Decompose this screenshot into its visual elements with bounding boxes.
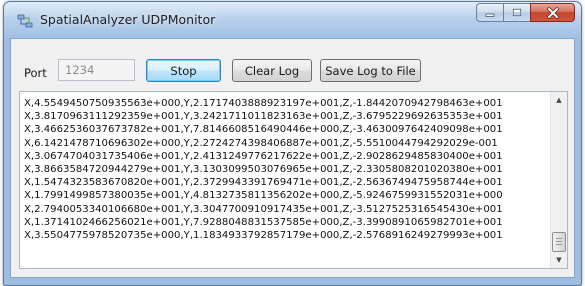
log-line: X,4.5549450750935563e+000,Y,2.1717403888…: [24, 98, 503, 109]
scrollbar-thumb[interactable]: [552, 232, 566, 252]
title-bar[interactable]: SpatialAnalyzer UDPMonitor: [4, 2, 581, 38]
maximize-icon: [512, 7, 522, 17]
port-input[interactable]: [58, 59, 135, 81]
save-log-button[interactable]: Save Log to File: [320, 59, 421, 82]
client-area: Port Stop Clear Log Save Log to File X,4…: [10, 38, 575, 278]
app-window: SpatialAnalyzer UDPMonitor Port 1234 Sto…: [3, 1, 582, 286]
log-line: X,2.7940053340106680e+001,Y,3.3047700910…: [24, 203, 503, 215]
minimize-icon: [485, 13, 495, 17]
log-line: X,1.3714102466256021e+001,Y,7.9288048831…: [24, 216, 503, 228]
minimize-button[interactable]: [476, 3, 503, 22]
window-title: SpatialAnalyzer UDPMonitor: [40, 12, 216, 27]
clear-log-button[interactable]: Clear Log: [232, 59, 312, 82]
window-controls: [476, 3, 575, 23]
log-line: X,3.4662536037673782e+001,Y,7.8146608516…: [24, 124, 503, 136]
scroll-up-arrow-icon[interactable]: ▲: [551, 92, 567, 108]
log-line: X,3.8663584720944279e+001,Y,3.1303099503…: [24, 163, 503, 175]
network-adapter-icon[interactable]: [17, 13, 33, 29]
log-line: X,3.0674704031735406e+001,Y,2.4131249776…: [24, 150, 503, 162]
log-line: X,3.8170963111292359e+001,Y,3.2421711011…: [24, 111, 503, 123]
maximize-button[interactable]: [503, 3, 530, 22]
log-line: X,1.5474323583670820e+001,Y,2.3729943391…: [24, 177, 503, 189]
stop-button[interactable]: Stop: [146, 59, 221, 82]
close-icon: [546, 6, 559, 19]
log-textbox[interactable]: X,4.5549450750935563e+000,Y,2.1717403888…: [19, 91, 568, 269]
thumb-grip: [556, 238, 562, 246]
log-line: X,1.7991499857380035e+001,Y,4.8132735811…: [24, 190, 503, 202]
vertical-scrollbar[interactable]: ▲ ▼: [550, 92, 567, 268]
scroll-down-arrow-icon[interactable]: ▼: [551, 252, 567, 268]
port-label: Port: [24, 66, 47, 80]
log-lines: X,4.5549450750935563e+000,Y,2.1717403888…: [24, 97, 549, 242]
close-button[interactable]: [530, 3, 575, 22]
log-line: X,3.5504775978520735e+000,Y,1.1834933792…: [24, 229, 503, 241]
log-line: X,6.1421478710696302e+000,Y,2.2724274398…: [24, 137, 498, 149]
